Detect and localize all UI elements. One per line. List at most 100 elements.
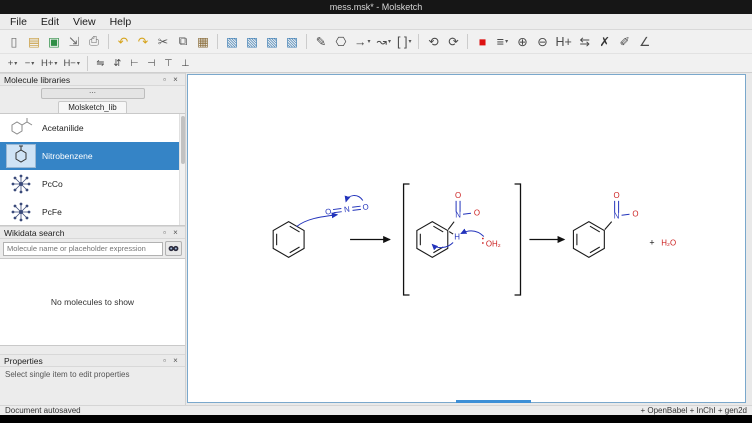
product-n-label: N (614, 212, 620, 221)
rotate-cw-button[interactable]: ⟳ (444, 33, 462, 51)
print-button[interactable]: ⎙ (85, 33, 103, 51)
charge-minus-icon: ⊖ (537, 34, 547, 49)
chevron-down-icon: ▾ (408, 38, 411, 45)
open-file-button[interactable]: ▤ (25, 33, 43, 51)
color-swatch-button[interactable]: ■ (473, 33, 491, 51)
curved-arrow-water (461, 231, 484, 237)
library-item-label: Acetanilide (42, 123, 84, 133)
sidebar: Molecule libraries ▫ × ⋯ Molsketch_lib A… (0, 73, 186, 405)
align-right-button[interactable]: ⊣ (144, 56, 159, 70)
increase-hydrogens-button[interactable]: H+▾ (39, 56, 59, 70)
float-panel-icon[interactable]: ▫ (159, 355, 170, 366)
toolbar-secondary: +▾−▾H+▾H−▾ ⇋⇵⊢⊣⊤⊥ (0, 54, 752, 73)
mechanism-arrow-tool-icon: ↝ (377, 34, 387, 49)
bracket-tool-button[interactable]: [ ]▾ (395, 33, 413, 51)
mechanism-arrow-tool-button[interactable]: ↝▾ (375, 33, 394, 51)
close-panel-icon[interactable]: × (170, 74, 181, 85)
molsketch-window: mess.msk* - Molsketch FileEditViewHelp ▯… (0, 0, 752, 423)
charge-minus-button[interactable]: ⊖ (533, 33, 551, 51)
rotate-ccw-button[interactable]: ⟲ (424, 33, 442, 51)
delete-tool-icon: ✗ (600, 34, 610, 49)
reaction-arrow-tool-button[interactable]: →▾ (352, 33, 373, 51)
curved-arrow-nitronium (345, 194, 362, 202)
align-bottom-button[interactable]: ⊥ (178, 56, 193, 70)
library-item-nitrobenzene[interactable]: Nitrobenzene (0, 142, 185, 170)
arenium-intermediate: N O O H OH₂ (417, 191, 501, 257)
flip-horizontal-button[interactable]: ⇋ (93, 56, 108, 70)
decrease-charge-icon: − (25, 58, 31, 69)
menu-file[interactable]: File (3, 16, 34, 28)
ring-tool-button[interactable]: ⎔ (332, 33, 350, 51)
plus-sign-label: + (649, 237, 654, 247)
menu-edit[interactable]: Edit (34, 16, 66, 28)
wikidata-search-button[interactable] (165, 241, 182, 256)
toolbar-separator (467, 34, 468, 49)
open-file-icon: ▤ (28, 34, 40, 49)
bottom-strip (0, 415, 752, 423)
nitrobenzene-product: N O O + H₂O (573, 191, 676, 257)
menu-view[interactable]: View (66, 16, 103, 28)
library-item-label: PcFe (42, 207, 62, 217)
window-title: mess.msk* - Molsketch (330, 2, 423, 12)
align-top-button[interactable]: ⊤ (161, 56, 176, 70)
panel-splitter[interactable] (0, 346, 185, 354)
draw-tool-icon: ✎ (316, 34, 326, 49)
redo-button[interactable]: ↷ (134, 33, 152, 51)
wikidata-search-input[interactable] (3, 242, 163, 256)
library-item-acetanilide[interactable]: Acetanilide (0, 114, 185, 142)
export-button[interactable]: ⇲ (65, 33, 83, 51)
chevron-down-icon: ▾ (368, 38, 371, 45)
draw-tool-button[interactable]: ✎ (312, 33, 330, 51)
close-panel-icon[interactable]: × (170, 227, 181, 238)
flip-vertical-button[interactable]: ⇵ (110, 56, 125, 70)
drawing-canvas[interactable]: O N O (187, 74, 746, 403)
flip-tool-button[interactable]: ⇆ (576, 33, 594, 51)
copy-button[interactable]: ⧉ (174, 33, 192, 51)
molecule-library-list: Acetanilide NitrobenzenePcCo PcFe (0, 114, 185, 226)
insert-image-2-button[interactable]: ▧ (243, 33, 261, 51)
increase-charge-button[interactable]: +▾ (5, 56, 20, 70)
toolbar-separator (418, 34, 419, 49)
undo-button[interactable]: ↶ (114, 33, 132, 51)
line-width-button[interactable]: ≡▾ (493, 33, 511, 51)
save-button[interactable]: ▣ (45, 33, 63, 51)
close-panel-icon[interactable]: × (170, 355, 181, 366)
decrease-hydrogens-button[interactable]: H−▾ (61, 56, 81, 70)
hydrogen-add-icon: H+ (555, 35, 571, 49)
insert-image-3-button[interactable]: ▧ (263, 33, 281, 51)
decrease-charge-button[interactable]: −▾ (22, 56, 37, 70)
new-document-button[interactable]: ▯ (5, 33, 23, 51)
insert-image-1-button[interactable]: ▧ (223, 33, 241, 51)
toolbar-separator (87, 56, 88, 71)
tab-molsketch-lib[interactable]: Molsketch_lib (58, 101, 126, 113)
print-icon: ⎙ (89, 34, 99, 49)
undo-icon: ↶ (118, 34, 128, 49)
rotate-ccw-icon: ⟲ (428, 34, 438, 49)
angle-tool-button[interactable]: ∠ (636, 33, 654, 51)
cut-button[interactable]: ✂ (154, 33, 172, 51)
library-scrollbar[interactable] (179, 114, 185, 225)
insert-image-4-button[interactable]: ▧ (283, 33, 301, 51)
float-panel-icon[interactable]: ▫ (159, 74, 170, 85)
library-item-pcfe[interactable]: PcFe (0, 198, 185, 226)
properties-panel-title: Properties (4, 356, 159, 366)
increase-hydrogens-icon: H+ (41, 58, 53, 69)
menu-help[interactable]: Help (103, 16, 139, 28)
charge-plus-button[interactable]: ⊕ (513, 33, 531, 51)
redo-icon: ↷ (138, 34, 148, 49)
paste-button[interactable]: ▦ (194, 33, 212, 51)
angle-tool-icon: ∠ (639, 34, 650, 49)
molecule-thumbnail (5, 144, 37, 168)
library-toolbar-row: ⋯ (0, 86, 185, 101)
canvas-hscroll-thumb[interactable] (456, 400, 531, 403)
float-panel-icon[interactable]: ▫ (159, 227, 170, 238)
align-left-button[interactable]: ⊢ (127, 56, 142, 70)
hydrogen-add-button[interactable]: H+ (553, 33, 573, 51)
lasso-tool-button[interactable]: ✐ (616, 33, 634, 51)
delete-tool-button[interactable]: ✗ (596, 33, 614, 51)
molecule-thumbnail (5, 116, 37, 140)
export-icon: ⇲ (69, 34, 79, 49)
library-selector-button[interactable]: ⋯ (41, 88, 145, 99)
library-item-pcco[interactable]: PcCo (0, 170, 185, 198)
library-scrollbar-thumb[interactable] (181, 116, 185, 164)
